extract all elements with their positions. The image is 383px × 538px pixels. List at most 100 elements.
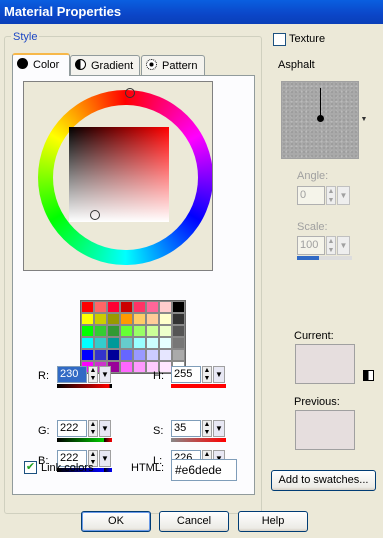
g-slider[interactable] [57,438,112,442]
help-button[interactable]: Help [238,511,308,532]
texture-checkbox[interactable] [273,33,286,46]
h-spinner[interactable]: 255 ▲ ▼ ▼ [171,366,226,389]
current-color-swatch [295,344,355,384]
s-input[interactable]: 35 [171,420,201,437]
palette-swatch[interactable] [81,337,94,349]
angle-dropdown-icon[interactable]: ▼ [337,186,350,205]
h-dropdown-icon[interactable]: ▼ [213,366,225,383]
r-input[interactable]: 230 [57,366,87,383]
palette-swatch[interactable] [81,313,94,325]
angle-up-down-icon[interactable]: ▲ ▼ [326,186,336,205]
palette-swatch[interactable] [107,349,120,361]
palette-swatch[interactable] [133,325,146,337]
s-spinner[interactable]: 35 ▲ ▼ ▼ [171,420,226,443]
r-dropdown-icon[interactable]: ▼ [99,366,111,383]
r-up-down-icon[interactable]: ▲ ▼ [88,366,98,383]
palette-swatch[interactable] [120,337,133,349]
tab-gradient-label: Gradient [91,60,134,72]
angle-spinner[interactable]: 0 ▲ ▼ ▼ [297,186,352,206]
cancel-button[interactable]: Cancel [159,511,229,532]
r-spinner[interactable]: 230 ▲ ▼ ▼ [57,366,112,389]
texture-preview[interactable] [281,81,359,159]
scale-slider[interactable] [297,256,352,260]
texture-crosshair-icon [320,88,321,118]
palette-swatch[interactable] [94,349,107,361]
h-slider[interactable] [171,384,226,388]
palette-swatch[interactable] [159,325,172,337]
add-to-swatches-button[interactable]: Add to swatches... [271,470,376,491]
palette-swatch[interactable] [133,301,146,313]
tab-pattern[interactable]: Pattern [141,55,205,75]
g-input[interactable]: 222 [57,420,87,437]
tab-color[interactable]: Color [12,53,70,76]
g-up-down-icon[interactable]: ▲ ▼ [88,420,98,437]
palette-swatch[interactable] [133,337,146,349]
palette-swatch[interactable] [107,337,120,349]
link-colors-checkbox[interactable]: ✔ [24,461,37,474]
s-dropdown-icon[interactable]: ▼ [213,420,225,437]
palette-swatch[interactable] [172,301,185,313]
s-up-down-icon[interactable]: ▲ ▼ [202,420,212,437]
palette-swatch[interactable] [133,313,146,325]
html-input[interactable]: #e6dede [171,459,237,481]
color-wheel-box [23,81,213,271]
title-bar: Material Properties [0,0,383,24]
b-dropdown-icon[interactable]: ▼ [99,450,111,467]
g-spinner[interactable]: 222 ▲ ▼ ▼ [57,420,112,443]
ok-button[interactable]: OK [81,511,151,532]
texture-dropdown-icon[interactable]: ▼ [359,81,369,159]
scale-dropdown-icon[interactable]: ▼ [337,236,350,255]
g-dropdown-icon[interactable]: ▼ [99,420,111,437]
palette-swatch[interactable] [94,301,107,313]
scale-up-down-icon[interactable]: ▲ ▼ [326,236,336,255]
palette-swatch[interactable] [94,313,107,325]
r-slider[interactable] [57,384,112,388]
palette-swatch[interactable] [159,349,172,361]
palette-swatch[interactable] [81,349,94,361]
scale-spinner[interactable]: 100 ▲ ▼ ▼ [297,236,352,256]
tab-gradient[interactable]: Gradient [70,55,140,75]
angle-input[interactable]: 0 [297,186,325,205]
palette-swatch[interactable] [107,313,120,325]
html-label: HTML: [131,462,164,474]
palette-swatch[interactable] [120,349,133,361]
palette-swatch[interactable] [172,349,185,361]
hue-marker[interactable] [125,88,135,98]
swap-icon[interactable] [363,370,374,381]
palette-swatch[interactable] [172,325,185,337]
palette-swatch[interactable] [120,325,133,337]
palette-swatch[interactable] [146,325,159,337]
color-dot-icon [17,58,28,69]
palette-swatch[interactable] [107,325,120,337]
palette-swatch[interactable] [159,337,172,349]
palette-swatch[interactable] [120,301,133,313]
sl-marker[interactable] [90,210,100,220]
s-slider[interactable] [171,438,226,442]
link-colors-label: Link colors [41,462,94,474]
palette-swatch[interactable] [146,337,159,349]
palette-swatch[interactable] [133,361,146,373]
palette-swatch[interactable] [107,301,120,313]
palette-swatch[interactable] [94,337,107,349]
palette-swatch[interactable] [172,313,185,325]
palette-swatch[interactable] [81,325,94,337]
palette-swatch[interactable] [120,361,133,373]
palette-swatch[interactable] [172,337,185,349]
h-input[interactable]: 255 [171,366,201,383]
palette-swatch[interactable] [120,313,133,325]
palette-swatch[interactable] [159,301,172,313]
palette-swatch[interactable] [159,313,172,325]
palette-swatch[interactable] [146,313,159,325]
h-up-down-icon[interactable]: ▲ ▼ [202,366,212,383]
tab-pattern-label: Pattern [162,60,198,72]
palette-swatch[interactable] [81,301,94,313]
palette-swatch[interactable] [94,325,107,337]
saturation-lightness-square[interactable] [69,127,169,222]
window-title: Material Properties [4,4,122,19]
palette-swatch[interactable] [133,349,146,361]
palette-swatch[interactable] [146,301,159,313]
palette-swatch[interactable] [146,349,159,361]
previous-color-swatch[interactable] [295,410,355,450]
style-group-label: Style [11,31,40,43]
scale-input[interactable]: 100 [297,236,325,255]
